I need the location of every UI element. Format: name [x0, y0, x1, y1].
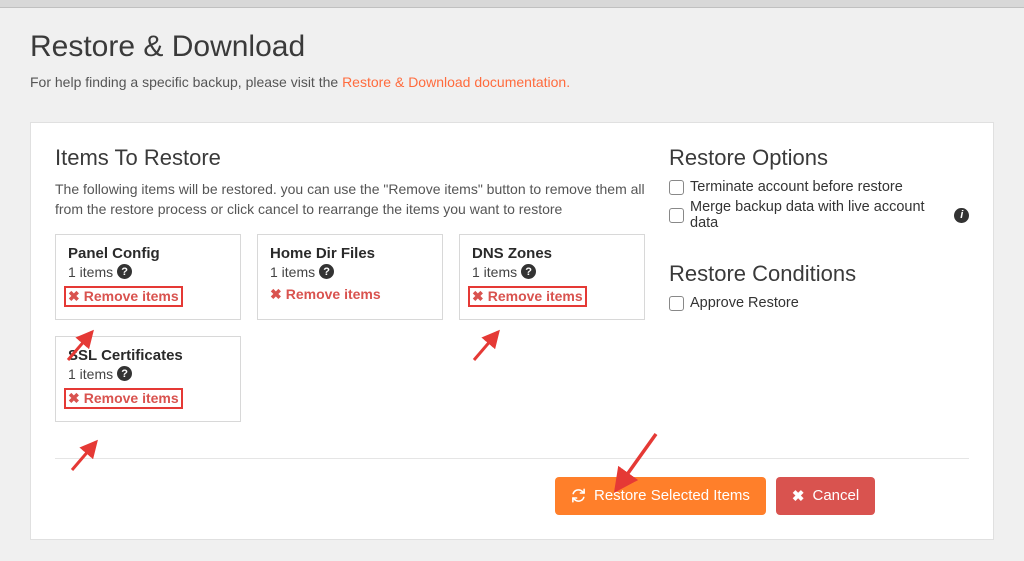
card-count-text: 1 items — [270, 264, 315, 280]
main-panel: Items To Restore The following items wil… — [30, 122, 994, 540]
option-label: Merge backup data with live account data — [690, 199, 948, 231]
divider — [55, 458, 969, 459]
close-icon: ✖ — [472, 288, 484, 305]
remove-items-label: Remove items — [84, 390, 179, 406]
page-subtitle: For help finding a specific backup, plea… — [30, 74, 994, 90]
remove-items-label: Remove items — [84, 288, 179, 304]
checkbox[interactable] — [669, 180, 684, 195]
card-item-count: 1 items? — [68, 366, 228, 382]
cancel-button-label: Cancel — [812, 487, 859, 504]
restore-option-row: Terminate account before restore — [669, 179, 969, 195]
restore-item-card: Panel Config 1 items? ✖Remove items — [55, 234, 241, 320]
refresh-icon — [571, 488, 586, 503]
condition-label: Approve Restore — [690, 295, 799, 311]
remove-items-label: Remove items — [286, 286, 381, 302]
card-item-count: 1 items? — [270, 264, 430, 280]
right-sidebar: Restore Options Terminate account before… — [669, 145, 969, 422]
page-header: Restore & Download For help finding a sp… — [0, 8, 1024, 100]
option-label: Terminate account before restore — [690, 179, 903, 195]
restore-item-card: DNS Zones 1 items? ✖Remove items — [459, 234, 645, 320]
card-count-text: 1 items — [472, 264, 517, 280]
help-icon[interactable]: ? — [117, 264, 132, 279]
remove-items-link[interactable]: ✖Remove items — [270, 286, 381, 303]
remove-items-link[interactable]: ✖Remove items — [64, 286, 183, 307]
close-icon: ✖ — [270, 286, 282, 303]
top-bar — [0, 0, 1024, 8]
card-count-text: 1 items — [68, 264, 113, 280]
items-section-description: The following items will be restored. yo… — [55, 179, 649, 220]
checkbox[interactable] — [669, 296, 684, 311]
help-icon[interactable]: ? — [319, 264, 334, 279]
card-title: Home Dir Files — [270, 245, 430, 262]
action-bar: Restore Selected Items ✖ Cancel — [555, 477, 969, 515]
subtitle-prefix: For help finding a specific backup, plea… — [30, 74, 342, 90]
remove-items-label: Remove items — [488, 288, 583, 304]
card-item-count: 1 items? — [68, 264, 228, 280]
remove-items-link[interactable]: ✖Remove items — [64, 388, 183, 409]
restore-item-card: SSL Certificates 1 items? ✖Remove items — [55, 336, 241, 422]
close-icon: ✖ — [68, 390, 80, 407]
card-count-text: 1 items — [68, 366, 113, 382]
card-title: SSL Certificates — [68, 347, 228, 364]
restore-option-row: Merge backup data with live account data… — [669, 199, 969, 231]
restore-condition-row: Approve Restore — [669, 295, 969, 311]
close-icon: ✖ — [792, 487, 805, 505]
close-icon: ✖ — [68, 288, 80, 305]
items-section-title: Items To Restore — [55, 145, 649, 171]
restore-options-title: Restore Options — [669, 145, 969, 171]
help-icon[interactable]: ? — [521, 264, 536, 279]
restore-item-card: Home Dir Files 1 items? ✖Remove items — [257, 234, 443, 320]
info-icon[interactable]: i — [954, 208, 969, 223]
restore-button-label: Restore Selected Items — [594, 487, 750, 504]
help-icon[interactable]: ? — [117, 366, 132, 381]
cancel-button[interactable]: ✖ Cancel — [776, 477, 875, 515]
card-item-count: 1 items? — [472, 264, 632, 280]
items-to-restore-section: Items To Restore The following items wil… — [55, 145, 649, 422]
restore-selected-button[interactable]: Restore Selected Items — [555, 477, 766, 515]
card-title: DNS Zones — [472, 245, 632, 262]
card-title: Panel Config — [68, 245, 228, 262]
remove-items-link[interactable]: ✖Remove items — [468, 286, 587, 307]
documentation-link[interactable]: Restore & Download documentation. — [342, 74, 570, 90]
page-title: Restore & Download — [30, 30, 994, 64]
restore-conditions-title: Restore Conditions — [669, 261, 969, 287]
checkbox[interactable] — [669, 208, 684, 223]
